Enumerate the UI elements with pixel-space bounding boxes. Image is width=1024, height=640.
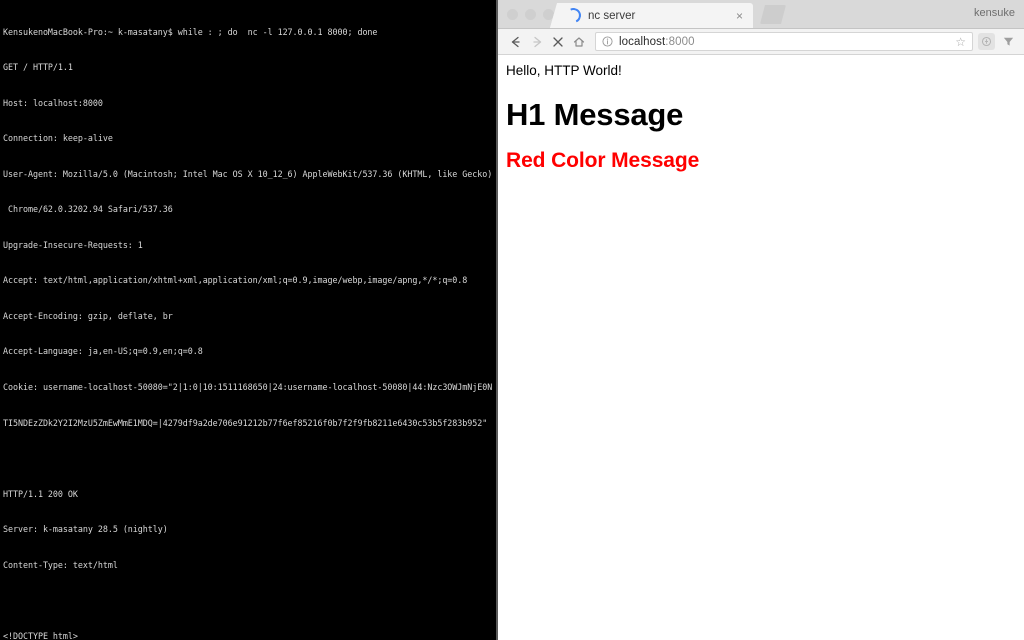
home-icon: [573, 36, 584, 47]
back-button[interactable]: [505, 31, 526, 52]
loading-spinner-icon: [563, 5, 584, 26]
maximize-window-button[interactable]: [543, 9, 554, 20]
terminal-line: Connection: keep-alive: [3, 133, 113, 144]
home-button[interactable]: [568, 31, 589, 52]
url-host: localhost: [619, 35, 666, 48]
terminal-line: Cookie: username-localhost-50080="2|1:0|…: [3, 382, 493, 392]
terminal-line: HTTP/1.1 200 OK: [3, 488, 78, 499]
screen: KensukenoMacBook-Pro:~ k-masatany$ while…: [0, 0, 1024, 640]
address-bar[interactable]: localhost:8000 ☆: [595, 32, 973, 51]
terminal-line: Chrome/62.0.3202.94 Safari/537.36: [3, 204, 173, 215]
page-content: Hello, HTTP World! H1 Message Red Color …: [498, 55, 1024, 640]
profile-name-label[interactable]: kensuke: [974, 7, 1015, 19]
page-h1-heading: H1 Message: [506, 96, 684, 132]
bookmark-star-icon[interactable]: ☆: [951, 36, 966, 48]
window-controls: [507, 9, 554, 20]
new-tab-button[interactable]: [760, 5, 786, 24]
terminal-line: TI5NDEzZDk2Y2I2MzU5ZmEwMmE1MDQ=|4279df9a…: [3, 417, 488, 428]
extension-badge-button[interactable]: [978, 33, 995, 50]
terminal-line: Accept-Encoding: gzip, deflate, br: [3, 310, 173, 321]
back-arrow-icon: [511, 36, 520, 47]
browser-toolbar: localhost:8000 ☆: [498, 29, 1024, 55]
extension-filter-button[interactable]: [999, 33, 1017, 51]
forward-arrow-icon: [532, 36, 541, 47]
terminal-line: Server: k-masatany 28.5 (nightly): [3, 524, 168, 535]
tab-nc-server[interactable]: nc server ×: [550, 3, 753, 28]
terminal-line: <!DOCTYPE html>: [3, 630, 78, 640]
url-text[interactable]: localhost:8000: [619, 36, 951, 48]
tab-strip: nc server × kensuke: [498, 0, 1024, 29]
close-tab-icon[interactable]: ×: [736, 10, 753, 22]
forward-button[interactable]: [526, 31, 547, 52]
url-port: :8000: [665, 35, 695, 48]
info-circle-icon[interactable]: [602, 36, 613, 47]
extension-icon: [981, 36, 992, 47]
terminal-line: Host: localhost:8000: [3, 97, 103, 108]
close-x-icon: [552, 36, 563, 47]
page-greeting-text: Hello, HTTP World!: [506, 63, 622, 78]
terminal-output[interactable]: KensukenoMacBook-Pro:~ k-masatany$ while…: [0, 0, 496, 640]
terminal-line: Upgrade-Insecure-Requests: 1: [3, 239, 143, 250]
terminal-line: KensukenoMacBook-Pro:~ k-masatany$ while…: [3, 26, 378, 37]
minimize-window-button[interactable]: [525, 9, 536, 20]
stop-loading-button[interactable]: [547, 31, 568, 52]
tab-title: nc server: [588, 9, 636, 22]
terminal-line: Content-Type: text/html: [3, 559, 118, 570]
terminal-line: Accept: text/html,application/xhtml+xml,…: [3, 275, 468, 286]
terminal-line: Accept-Language: ja,en-US;q=0.9,en;q=0.8: [3, 346, 203, 357]
close-window-button[interactable]: [507, 9, 518, 20]
terminal-line: GET / HTTP/1.1: [3, 62, 73, 73]
terminal-line: User-Agent: Mozilla/5.0 (Macintosh; Inte…: [3, 168, 493, 179]
page-h2-heading: Red Color Message: [506, 148, 700, 172]
browser-window: nc server × kensuke localhost:8000 ☆ Hel…: [498, 0, 1024, 640]
terminal-window[interactable]: KensukenoMacBook-Pro:~ k-masatany$ while…: [0, 0, 498, 640]
funnel-filter-icon: [1003, 37, 1013, 46]
